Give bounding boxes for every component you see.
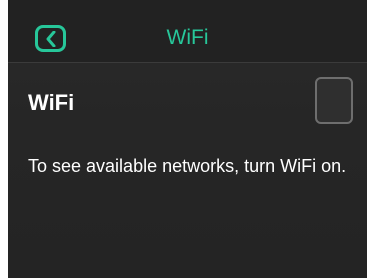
wifi-settings-screen: WiFi WiFi To see available networks, tur… <box>8 0 367 278</box>
wifi-off-hint: To see available networks, turn WiFi on. <box>28 156 347 176</box>
header-bar: WiFi <box>8 0 367 63</box>
wifi-toggle-checkbox[interactable] <box>315 77 353 124</box>
wifi-setting-label: WiFi <box>28 90 75 115</box>
page-title: WiFi <box>166 26 209 49</box>
